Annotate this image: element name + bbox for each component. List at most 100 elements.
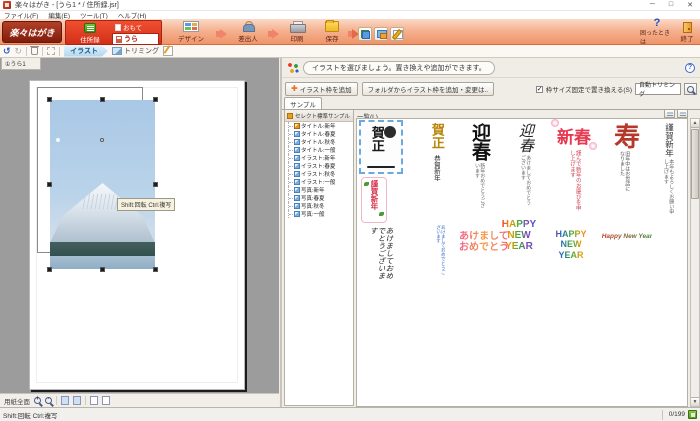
photo-frame[interactable] (50, 100, 155, 269)
front-side-tab[interactable]: おもて (112, 22, 159, 32)
tree-header: セレクト標準サンプル (285, 110, 353, 122)
app-window: 楽々はがき - [うら1 * / 住所録.jsr] ─ □ ✕ ファイル(F) … (0, 0, 700, 421)
tree-item[interactable]: イラスト:一般 (285, 178, 353, 186)
gallery-item[interactable]: Happy New Year (601, 233, 653, 247)
resize-handle[interactable] (153, 97, 158, 102)
fit-page-button[interactable]: 用紙全面 (4, 396, 30, 406)
trim-mode-dropdown[interactable]: 自動トリミング (635, 83, 681, 95)
gallery-item[interactable]: HAPPY NEW YEAR (497, 219, 541, 271)
rotate-left-icon[interactable] (61, 396, 69, 405)
tree-item[interactable]: 写真:新年 (285, 186, 353, 194)
add-from-folder-label: フォルダからイラスト枠を追加・変更は.. (368, 84, 488, 94)
help-label: 困ったときは (640, 28, 674, 46)
design-icon (183, 21, 199, 32)
sun-motif (384, 126, 396, 138)
undo-icon[interactable]: ↺ (3, 47, 11, 56)
tree-item[interactable]: 写真:秋冬 (285, 202, 353, 210)
resize-handle[interactable] (153, 182, 158, 187)
panel-help-icon[interactable]: ? (685, 63, 695, 73)
edit-pen-button[interactable] (390, 27, 404, 41)
tree-item[interactable]: イラスト:新年 (285, 154, 353, 162)
layout-icon (377, 30, 386, 39)
category-icon (294, 203, 300, 209)
magnifier-icon (687, 86, 694, 93)
window-title: 楽々はがき - [うら1 * / 住所録.jsr] (15, 0, 119, 10)
trimming-button[interactable]: トリミング (112, 46, 159, 56)
sender-button[interactable]: 差出人 (230, 21, 266, 43)
gallery-item[interactable]: 寿 旧年中はお世話になりました (605, 123, 643, 235)
category-icon (294, 195, 300, 201)
gallery-item[interactable]: 謹賀新年 (361, 177, 387, 223)
resize-handle[interactable] (100, 97, 105, 102)
address-book-button[interactable]: 住所録 (68, 22, 112, 44)
workflow-arrow-icon (220, 29, 227, 39)
save-button[interactable]: 保存 (316, 21, 348, 43)
design-button[interactable]: デザイン (170, 21, 212, 43)
resize-handle[interactable] (47, 267, 52, 272)
workflow-arrow-icon (272, 29, 279, 39)
gallery-item[interactable]: あけましておめでとうございます (363, 227, 399, 287)
category-icon (294, 211, 300, 217)
record-count: 0/199 (669, 411, 685, 418)
fixed-size-checkbox[interactable] (536, 86, 543, 93)
tree-item[interactable]: タイトル:秋冬 (285, 138, 353, 146)
tree-item[interactable]: イラスト:春夏 (285, 162, 353, 170)
view-small-button[interactable] (664, 109, 675, 118)
overlap-pages-button[interactable] (358, 27, 372, 41)
gallery-item[interactable]: 賀正 恭賀新年 (421, 123, 451, 235)
zoom-out-icon[interactable]: - (45, 397, 52, 404)
pen-icon[interactable] (163, 46, 173, 56)
delete-icon[interactable] (31, 47, 38, 55)
trimming-label: トリミング (124, 46, 159, 56)
back-tab-label: うら (124, 34, 138, 44)
drag-tooltip: Shift:回転 Ctrl:複写 (117, 198, 175, 211)
fixed-size-label: 枠サイズ固定で置き換える(S) (546, 84, 632, 94)
flower-icon (589, 142, 597, 150)
redo-icon[interactable]: ↻ (15, 47, 23, 56)
scroll-up-icon[interactable]: ▲ (691, 119, 699, 128)
gallery-item[interactable]: 謹賀新年 本年もよろしくお願い申し上げます (651, 123, 685, 235)
maximize-button[interactable]: □ (669, 1, 673, 9)
sender-label: 差出人 (238, 33, 258, 43)
add-frame-button[interactable]: ✚ イラスト枠を追加 (285, 82, 358, 96)
resize-handle[interactable] (47, 97, 52, 102)
scroll-down-icon[interactable]: ▼ (691, 397, 699, 406)
back-page-icon (116, 36, 122, 43)
trimming-icon (112, 47, 122, 55)
minimize-button[interactable]: ─ (650, 1, 655, 9)
rotate-anchor[interactable] (100, 138, 104, 142)
gallery-scrollbar[interactable]: ▲ ▼ (690, 118, 700, 407)
gallery-item[interactable]: あけましておめでとうございます (435, 225, 446, 279)
add-page-icon[interactable] (90, 396, 98, 405)
gallery-item[interactable]: 新春 謹んで新年のお慶びを申し上げます (549, 123, 599, 235)
resize-handle[interactable] (47, 182, 52, 187)
layout-button[interactable] (374, 27, 388, 41)
rotate-right-icon[interactable] (73, 396, 81, 405)
gallery-item-selected[interactable]: 賀正 (359, 120, 403, 174)
resize-handle[interactable] (100, 267, 105, 272)
select-frame-icon[interactable] (47, 47, 55, 55)
resize-handle[interactable] (153, 267, 158, 272)
preview-magnifier-button[interactable] (684, 83, 697, 95)
tree-item[interactable]: イラスト:秋冬 (285, 170, 353, 178)
tree-item-title-newyear[interactable]: タイトル:新年 (285, 122, 353, 130)
close-button[interactable]: ✕ (687, 1, 693, 9)
print-button[interactable]: 印刷 (281, 21, 313, 43)
tree-item[interactable]: 写真:一般 (285, 210, 353, 218)
scrollbar-thumb[interactable] (691, 129, 699, 199)
status-hint: Shift:回転 Ctrl:複写 (3, 410, 58, 420)
copy-page-icon[interactable] (102, 396, 110, 405)
tab-illustration[interactable]: イラスト (64, 46, 108, 57)
gallery-item[interactable]: HAPPY NEW YEAR (545, 229, 597, 259)
tree-item[interactable]: タイトル:春夏 (285, 130, 353, 138)
page-tab[interactable]: ①うら1 (1, 58, 41, 70)
gallery-item[interactable]: 迎春 新年おめでとうございます (457, 123, 501, 235)
tree-item[interactable]: 写真:春夏 (285, 194, 353, 202)
zoom-in-icon[interactable]: + (34, 397, 41, 404)
view-large-button[interactable] (677, 109, 688, 118)
back-side-tab[interactable]: うら (112, 33, 159, 45)
exit-button[interactable]: 終了 (675, 21, 699, 43)
help-button[interactable]: ? 困ったときは (640, 21, 674, 43)
add-from-folder-button[interactable]: フォルダからイラスト枠を追加・変更は.. (362, 82, 494, 96)
tree-item[interactable]: タイトル:一般 (285, 146, 353, 154)
